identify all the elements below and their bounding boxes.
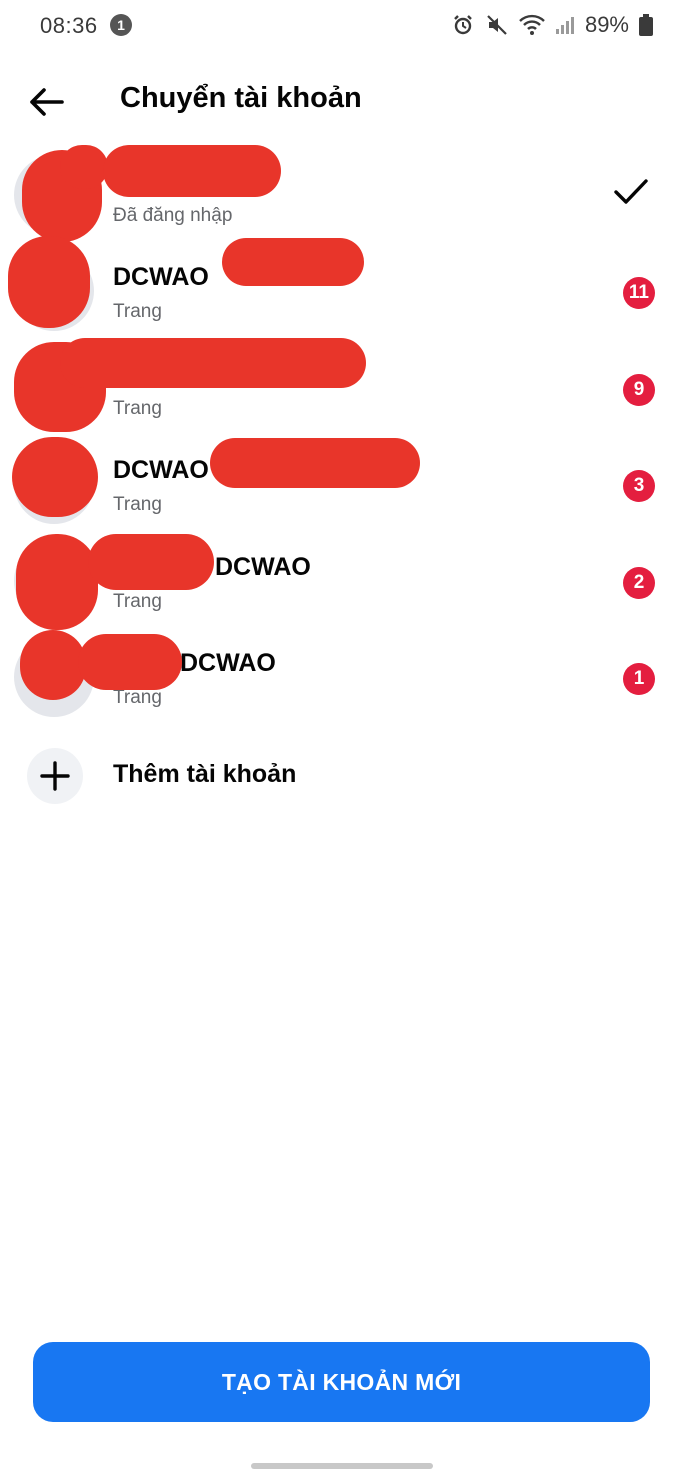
mute-icon [487,15,507,35]
back-button[interactable] [22,78,70,126]
status-bar: 08:36 1 89% [0,0,683,52]
redaction-mark [60,145,108,189]
alarm-icon [454,15,472,35]
add-account-label: Thêm tài khoản [113,760,297,788]
account-name: DCWAO [180,649,276,677]
create-new-account-button[interactable]: TẠO TÀI KHOẢN MỚI [33,1342,650,1422]
redaction-mark [20,630,86,700]
redaction-mark [78,634,182,690]
signal-icon [555,17,574,34]
redaction-mark [12,437,98,517]
status-icons: 89% [451,12,653,38]
checkmark-icon [614,179,648,204]
account-name: DCWAO [215,553,311,581]
unread-count-badge: 1 [623,663,655,695]
page-title: Chuyển tài khoản [120,82,362,114]
redaction-mark [16,534,98,630]
status-time: 08:36 [40,13,98,38]
account-name: DCWAO [113,263,209,291]
add-account-row[interactable]: Thêm tài khoản [0,740,683,810]
redaction-mark [88,534,214,590]
home-indicator[interactable] [251,1463,433,1469]
unread-count-badge: 2 [623,567,655,599]
redaction-mark [60,338,366,388]
redaction-mark [103,145,281,197]
account-subtitle: Trang [113,494,162,515]
redaction-mark [210,438,420,488]
back-arrow-icon [30,88,64,116]
battery-percentage: 89% [584,12,629,37]
unread-count-badge: 3 [623,470,655,502]
redaction-mark [222,238,364,286]
account-subtitle: Trang [113,591,162,612]
account-subtitle: Trang [113,398,162,419]
unread-count-badge: 9 [623,374,655,406]
account-name: DCWAO [113,456,209,484]
wifi-icon [519,14,545,35]
redaction-mark [8,236,90,328]
notification-count-badge: 1 [110,14,132,36]
unread-count-badge: 11 [622,277,655,309]
add-account-button[interactable] [27,748,83,804]
header: Chuyển tài khoản [0,70,683,130]
account-subtitle: Đã đăng nhập [113,205,233,226]
battery-icon [639,14,653,36]
plus-icon [40,761,70,791]
account-subtitle: Trang [113,687,162,708]
account-subtitle: Trang [113,301,162,322]
